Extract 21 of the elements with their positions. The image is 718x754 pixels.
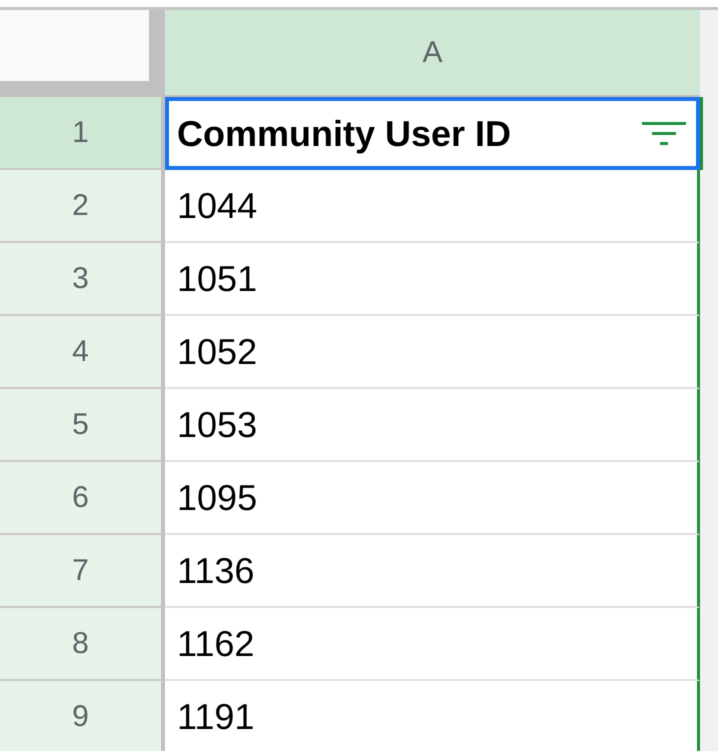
- table-cell[interactable]: 1044: [165, 170, 700, 243]
- row-header[interactable]: 8: [0, 608, 165, 681]
- table-cell[interactable]: 1191: [165, 681, 700, 751]
- row-header[interactable]: 3: [0, 243, 165, 316]
- row-header[interactable]: 6: [0, 462, 165, 535]
- table-cell[interactable]: 1051: [165, 243, 700, 316]
- table-cell[interactable]: 1053: [165, 389, 700, 462]
- row-header[interactable]: 5: [0, 389, 165, 462]
- table-cell[interactable]: 1095: [165, 462, 700, 535]
- table-cell[interactable]: 1162: [165, 608, 700, 681]
- row-header[interactable]: 4: [0, 316, 165, 389]
- active-cell[interactable]: Community User ID: [165, 97, 700, 170]
- table-cell[interactable]: 1136: [165, 535, 700, 608]
- column-header[interactable]: A: [165, 10, 700, 97]
- row-header[interactable]: 9: [0, 681, 165, 751]
- table-cell[interactable]: 1052: [165, 316, 700, 389]
- row-header[interactable]: 7: [0, 535, 165, 608]
- header-text: Community User ID: [177, 112, 512, 156]
- row-header[interactable]: 2: [0, 170, 165, 243]
- row-header[interactable]: 1: [0, 97, 165, 170]
- filter-icon[interactable]: [642, 120, 686, 146]
